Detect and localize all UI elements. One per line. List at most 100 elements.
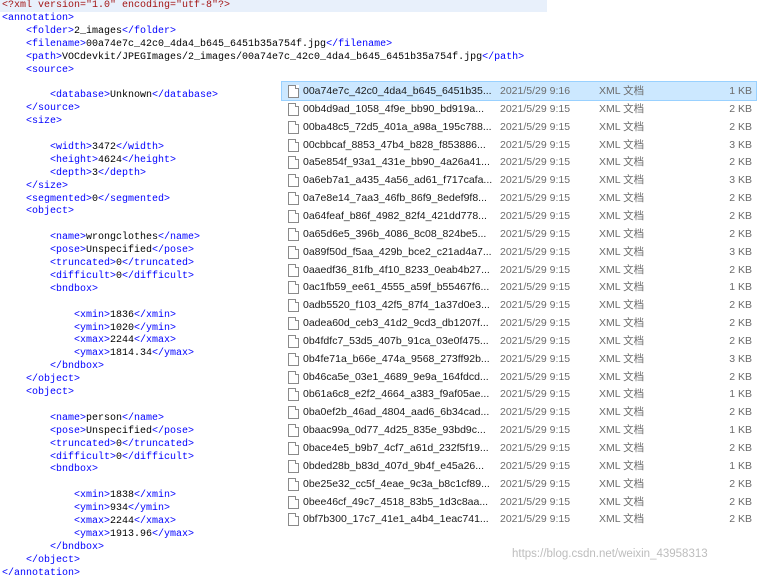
file-row[interactable]: 0a64feaf_b86f_4982_82f4_421dd778... 2021/…: [282, 207, 756, 225]
file-size: 3 KB: [729, 138, 752, 151]
xml-file-icon: [288, 388, 299, 402]
xml-tag: <xmax>: [74, 335, 111, 347]
file-date: 2021/5/29 9:15: [500, 299, 571, 312]
file-name: 0bee46cf_49c7_4518_83b5_1d3c8aa...: [303, 495, 489, 508]
file-size: 2 KB: [729, 477, 752, 490]
xml-tag: </segmented>: [98, 193, 171, 205]
xml-file-icon: [288, 174, 299, 188]
xml-text: 1020: [110, 322, 135, 334]
file-type: XML 文档: [599, 138, 645, 151]
file-row[interactable]: 0a7e8e14_7aa3_46fb_86f9_8edef9f8... 2021/…: [282, 189, 756, 207]
xml-file-icon: [288, 156, 299, 170]
file-date: 2021/5/29 9:15: [500, 317, 571, 330]
file-type: XML 文档: [599, 299, 645, 312]
xml-tag: </depth>: [98, 167, 147, 179]
file-type: XML 文档: [599, 174, 645, 187]
file-name: 0ac1fb59_ee61_4555_a59f_b55467f6...: [303, 281, 490, 294]
file-size: 3 KB: [729, 352, 752, 365]
file-name: 0b4fe71a_b66e_474a_9568_273ff92b...: [303, 352, 490, 365]
xml-file-icon: [288, 120, 299, 134]
file-size: 1 KB: [729, 388, 752, 401]
xml-tag: <bndbox>: [50, 464, 99, 476]
file-row[interactable]: 0b4fe71a_b66e_474a_9568_273ff92b... 2021/…: [282, 350, 756, 368]
file-row[interactable]: 0a65d6e5_396b_4086_8c08_824be5... 2021/5/…: [282, 225, 756, 243]
xml-tag: <xmin>: [74, 490, 111, 502]
file-size: 2 KB: [729, 317, 752, 330]
file-row[interactable]: 0a89f50d_f5aa_429b_bce2_c21ad4a7... 2021/…: [282, 243, 756, 261]
file-row[interactable]: 0bf7b300_17c7_41e1_a4b4_1eac741... 2021/5…: [282, 510, 756, 528]
xml-declaration: <?xml version="1.0" encoding="utf-8"?>: [2, 0, 231, 11]
xml-text: Unspecified: [86, 425, 153, 437]
file-row[interactable]: 0b46ca5e_03e1_4689_9e9a_164fdcd... 2021/5…: [282, 368, 756, 386]
xml-tag: <ymin>: [74, 503, 111, 515]
xml-line: <ymax>1913.96</ymax>: [0, 529, 194, 541]
file-row[interactable]: 0a6eb7a1_a435_4a56_ad61_f717cafa... 2021/…: [282, 171, 756, 189]
file-date: 2021/5/29 9:15: [500, 174, 571, 187]
file-row[interactable]: 00a74e7c_42c0_4da4_b645_6451b35... 2021/5…: [281, 81, 757, 101]
xml-text: 4624: [98, 154, 123, 166]
xml-line: <database>Unknown</database>: [0, 90, 218, 102]
xml-tag: <size>: [26, 116, 63, 128]
file-row[interactable]: 0aaedf36_81fb_4f10_8233_0eab4b27... 2021/…: [282, 261, 756, 279]
file-row[interactable]: 0a5e854f_93a1_431e_bb90_4a26a41... 2021/5…: [282, 153, 756, 171]
file-date: 2021/5/29 9:15: [500, 281, 571, 294]
file-type: XML 文档: [599, 442, 645, 454]
xml-tag: </ymin>: [134, 322, 177, 334]
xml-line: <bndbox>: [0, 284, 98, 296]
file-size: 1 KB: [729, 459, 752, 472]
xml-file-icon: [288, 424, 299, 438]
xml-line: </size>: [0, 181, 68, 193]
xml-line: <ymax>1814.34</ymax>: [0, 348, 194, 360]
xml-tag: </truncated>: [122, 438, 195, 450]
xml-text: 1913.96: [110, 528, 153, 540]
file-date: 2021/5/29 9:15: [500, 138, 571, 151]
file-row[interactable]: 0b61a6c8_e2f2_4664_a383_f9af05ae... 2021/…: [282, 385, 756, 403]
xml-file-icon: [288, 281, 299, 295]
file-name: 0ba0ef2b_46ad_4804_aad6_6b34cad...: [303, 406, 490, 419]
file-size: 2 KB: [729, 192, 752, 205]
file-row[interactable]: 0adb5520_f103_42f5_87f4_1a37d0e3... 2021/…: [282, 296, 756, 314]
file-row[interactable]: 0b4fdfc7_53d5_407b_91ca_03e0f475... 2021/…: [282, 332, 756, 350]
file-name: 00b4d9ad_1058_4f9e_bb90_bd919a...: [303, 102, 485, 115]
xml-tag: <pose>: [50, 245, 87, 257]
file-type: XML 文档: [599, 85, 645, 97]
file-row[interactable]: 00ba48c5_72d5_401a_a98a_195c788... 2021/5…: [282, 118, 756, 136]
file-date: 2021/5/29 9:15: [500, 459, 571, 472]
xml-line: <xmin>1836</xmin>: [0, 310, 176, 322]
xml-line: <name>wrongclothes</name>: [0, 232, 200, 244]
file-row[interactable]: 0ac1fb59_ee61_4555_a59f_b55467f6... 2021/…: [282, 278, 756, 296]
file-date: 2021/5/29 9:15: [500, 424, 571, 437]
xml-file-icon: [288, 227, 299, 241]
file-size: 2 KB: [729, 495, 752, 508]
file-name: 0a64feaf_b86f_4982_82f4_421dd778...: [303, 209, 487, 222]
file-row[interactable]: 0baac99a_0d77_4d25_835e_93bd9c... 2021/5/…: [282, 421, 756, 439]
xml-line: </bndbox>: [0, 542, 104, 554]
file-name: 0b4fdfc7_53d5_407b_91ca_03e0f475...: [303, 334, 489, 347]
xml-tag: </xmax>: [134, 516, 177, 527]
file-date: 2021/5/29 9:15: [500, 263, 571, 276]
file-type: XML 文档: [599, 495, 645, 508]
xml-line: <source>: [0, 65, 74, 77]
file-row[interactable]: 00b4d9ad_1058_4f9e_bb90_bd919a... 2021/5/…: [282, 100, 756, 118]
file-list: 00a74e7c_42c0_4da4_b645_6451b35... 2021/5…: [281, 80, 757, 530]
file-row[interactable]: 0bace4e5_b9b7_4cf7_a61d_232f5f19... 2021/…: [282, 439, 756, 457]
file-row[interactable]: 0be25e32_cc5f_4eae_9c3a_b8c1cf89... 2021/…: [282, 475, 756, 493]
xml-text: Unknown: [110, 90, 153, 102]
xml-line: <truncated>0</truncated>: [0, 258, 194, 270]
file-size: 2 KB: [729, 334, 752, 347]
file-date: 2021/5/29 9:15: [500, 477, 571, 490]
file-row[interactable]: 0adea60d_ceb3_41d2_9cd3_db1207f... 2021/5…: [282, 314, 756, 332]
file-date: 2021/5/29 9:15: [500, 334, 571, 347]
file-name: 0a89f50d_f5aa_429b_bce2_c21ad4a7...: [303, 245, 492, 258]
file-date: 2021/5/29 9:15: [500, 192, 571, 205]
file-row[interactable]: 0bded28b_b83d_407d_9b4f_e45a26... 2021/5/…: [282, 457, 756, 475]
xml-tag: </size>: [26, 180, 69, 192]
file-row[interactable]: 00cbbcaf_8853_47b4_b828_f853886... 2021/5…: [282, 136, 756, 154]
file-name: 00ba48c5_72d5_401a_a98a_195c788...: [303, 120, 492, 133]
xml-line: <bndbox>: [0, 464, 98, 476]
xml-text: wrongclothes: [86, 232, 159, 244]
xml-file-icon: [288, 352, 299, 366]
file-row[interactable]: 0bee46cf_49c7_4518_83b5_1d3c8aa... 2021/5…: [282, 493, 756, 511]
file-name: 0a6eb7a1_a435_4a56_ad61_f717cafa...: [303, 174, 493, 187]
file-row[interactable]: 0ba0ef2b_46ad_4804_aad6_6b34cad... 2021/5…: [282, 403, 756, 421]
